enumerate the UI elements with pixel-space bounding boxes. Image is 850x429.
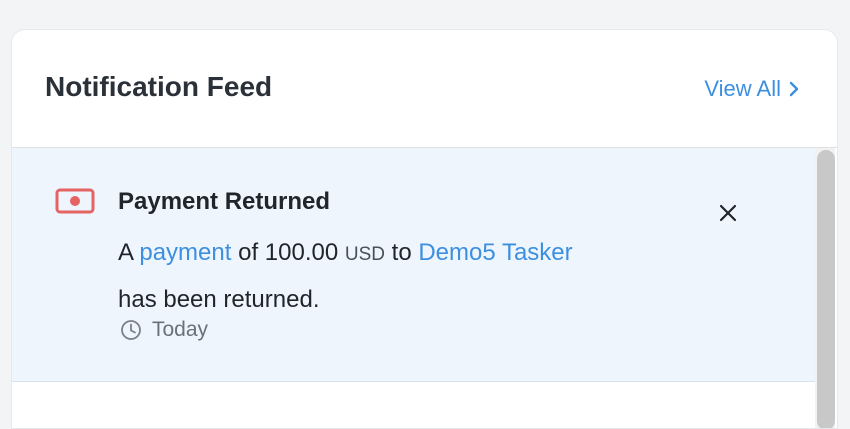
notification-body: A payment of 100.00 USD to Demo5 Tasker … bbox=[118, 230, 678, 322]
notification-feed-card: Notification Feed View All Payment Retur… bbox=[11, 29, 838, 429]
view-all-label: View All bbox=[704, 76, 781, 101]
card-header: Notification Feed View All bbox=[12, 30, 837, 148]
notification-list: Payment Returned A payment of 100.00 USD… bbox=[12, 148, 837, 428]
body-suffix: has been returned. bbox=[118, 286, 320, 313]
clock-icon bbox=[121, 320, 141, 340]
notification-time: Today bbox=[120, 318, 208, 342]
scrollbar-track[interactable] bbox=[815, 148, 835, 428]
dismiss-button[interactable] bbox=[715, 200, 741, 226]
scrollbar-thumb[interactable] bbox=[817, 150, 835, 428]
close-icon bbox=[719, 204, 737, 222]
view-all-link[interactable]: View All bbox=[704, 76, 799, 102]
currency-code: USD bbox=[344, 244, 385, 265]
page-title: Notification Feed bbox=[45, 71, 273, 102]
notification-item[interactable]: Payment Returned A payment of 100.00 USD… bbox=[12, 148, 815, 382]
body-amount: of 100.00 bbox=[238, 239, 339, 266]
body-prefix: A bbox=[118, 239, 133, 266]
chevron-right-icon bbox=[789, 81, 799, 97]
recipient-link[interactable]: Demo5 Tasker bbox=[418, 239, 572, 266]
body-to: to bbox=[391, 239, 412, 266]
payment-link[interactable]: payment bbox=[139, 239, 231, 266]
time-label: Today bbox=[152, 318, 209, 341]
notification-title: Payment Returned bbox=[118, 188, 331, 215]
money-bill-icon bbox=[55, 188, 95, 214]
